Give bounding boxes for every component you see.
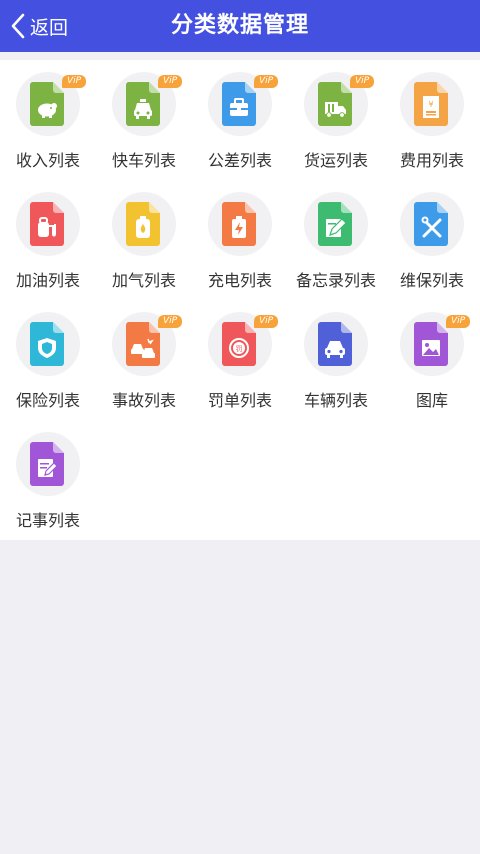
category-item[interactable]: ViP 公差列表	[192, 60, 288, 170]
shield-icon	[30, 322, 64, 366]
fuel-pump-icon	[30, 202, 64, 246]
vip-badge: ViP	[350, 75, 374, 88]
category-item[interactable]: ViP 快车列表	[96, 60, 192, 170]
car-icon	[318, 322, 352, 366]
category-label: 公差列表	[207, 151, 272, 170]
icon-badge: ViP	[112, 72, 182, 136]
category-label: 充电列表	[207, 271, 272, 290]
note-edit-icon	[30, 442, 64, 486]
icon-badge: ViP	[16, 72, 86, 136]
category-item[interactable]: 充电列表	[192, 180, 288, 290]
category-item[interactable]: ¥ 费用列表	[384, 60, 480, 170]
icon-badge	[304, 192, 368, 256]
vip-badge: ViP	[158, 75, 182, 88]
vip-badge: ViP	[254, 315, 278, 328]
category-item[interactable]: ViP 货运列表	[288, 60, 384, 170]
memo-pen-icon	[318, 202, 352, 246]
icon-badge: ¥	[400, 72, 464, 136]
category-item[interactable]: ViP 收入列表	[0, 60, 96, 170]
piggy-bank-icon	[30, 82, 64, 126]
category-label: 快车列表	[111, 151, 176, 170]
vip-badge: ViP	[254, 75, 278, 88]
vip-badge: ViP	[158, 315, 182, 328]
icon-badge	[16, 312, 80, 376]
back-button[interactable]: 返回	[10, 0, 68, 52]
image-gallery-icon	[414, 322, 448, 366]
category-item[interactable]: ViP 图库	[384, 300, 480, 410]
icon-badge: ViP	[208, 72, 278, 136]
page-title: 分类数据管理	[170, 13, 309, 38]
category-item[interactable]: 备忘录列表	[288, 180, 384, 290]
category-item[interactable]: ViP 事故列表	[96, 300, 192, 410]
category-label: 图库	[415, 391, 448, 410]
icon-badge: ViP	[112, 312, 182, 376]
vip-badge: ViP	[62, 75, 86, 88]
category-label: 费用列表	[399, 151, 464, 170]
car-accident-icon	[126, 322, 160, 366]
category-label: 记事列表	[15, 511, 80, 530]
icon-badge	[16, 192, 80, 256]
category-item[interactable]: 维保列表	[384, 180, 480, 290]
battery-charge-icon	[222, 202, 256, 246]
category-label: 维保列表	[399, 271, 464, 290]
category-label: 事故列表	[111, 391, 176, 410]
gas-tank-icon	[126, 202, 160, 246]
svg-text:¥: ¥	[428, 100, 433, 109]
truck-icon	[318, 82, 352, 126]
taxi-icon	[126, 82, 160, 126]
category-label: 货运列表	[303, 151, 368, 170]
category-item[interactable]: 记事列表	[0, 420, 96, 530]
category-grid: ViP 收入列表 ViP 快车列表 ViP 公差列表 ViP 货运列表 ¥ 费用列表加油列表 加气列…	[0, 60, 480, 540]
category-label: 保险列表	[15, 391, 80, 410]
chevron-left-icon	[11, 13, 25, 39]
category-label: 加油列表	[15, 271, 80, 290]
category-item[interactable]: 罚 ViP 罚单列表	[192, 300, 288, 410]
category-label: 加气列表	[111, 271, 176, 290]
category-item[interactable]: 加油列表	[0, 180, 96, 290]
category-label: 罚单列表	[207, 391, 272, 410]
app-header: 返回 分类数据管理	[0, 0, 480, 52]
back-label: 返回	[30, 16, 69, 39]
icon-badge	[112, 192, 176, 256]
icon-badge: ViP	[304, 72, 374, 136]
category-label: 备忘录列表	[295, 271, 376, 290]
category-item[interactable]: 保险列表	[0, 300, 96, 410]
category-label: 收入列表	[15, 151, 80, 170]
category-item[interactable]: 车辆列表	[288, 300, 384, 410]
vip-badge: ViP	[446, 315, 470, 328]
icon-badge: 罚 ViP	[208, 312, 278, 376]
svg-text:罚: 罚	[236, 345, 243, 353]
category-label: 车辆列表	[303, 391, 368, 410]
icon-badge	[16, 432, 80, 496]
briefcase-icon	[222, 82, 256, 126]
fine-stamp-icon: 罚	[222, 322, 256, 366]
icon-badge: ViP	[400, 312, 470, 376]
wrench-screwdriver-icon	[414, 202, 448, 246]
yuan-receipt-icon: ¥	[414, 82, 448, 126]
icon-badge	[304, 312, 368, 376]
icon-badge	[400, 192, 464, 256]
icon-badge	[208, 192, 272, 256]
category-item[interactable]: 加气列表	[96, 180, 192, 290]
